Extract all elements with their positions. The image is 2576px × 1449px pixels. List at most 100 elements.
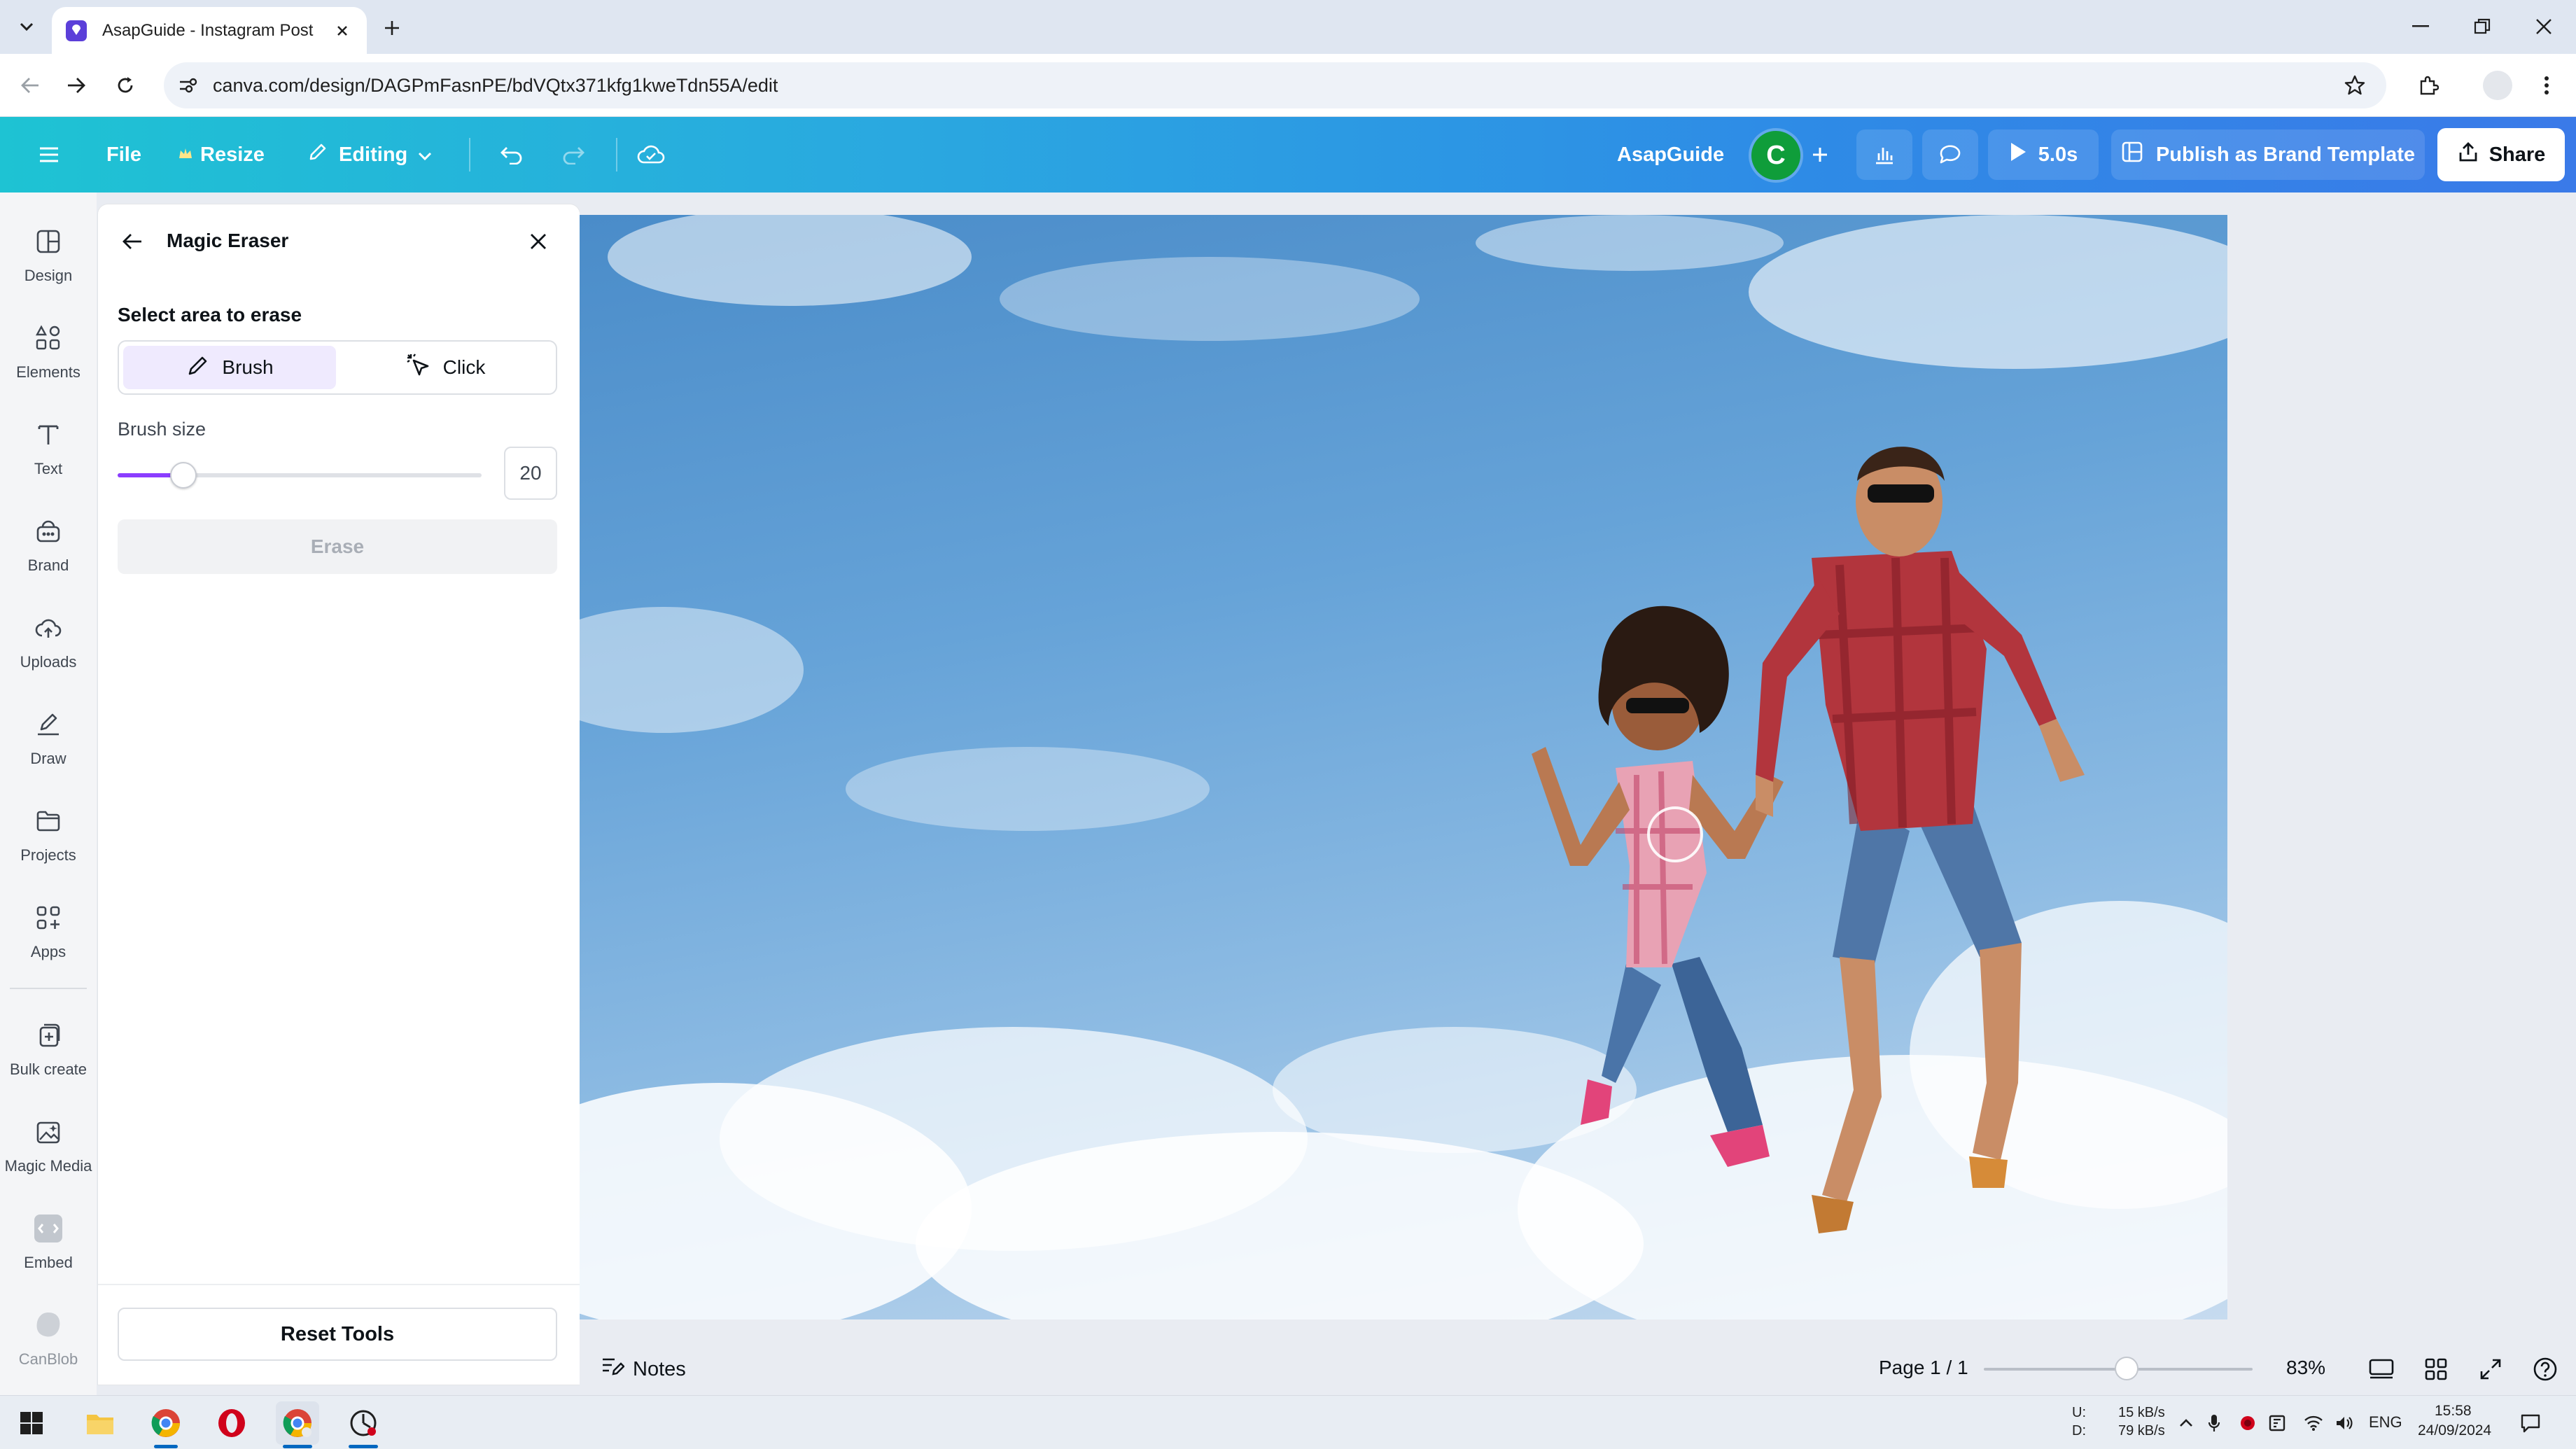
tab-title: AsapGuide - Instagram Post <box>102 20 314 40</box>
main-menu-icon[interactable] <box>31 132 67 177</box>
notification-center-icon[interactable] <box>2520 1413 2541 1434</box>
forward-arrow-icon[interactable] <box>60 69 92 102</box>
rail-item-design[interactable]: Design <box>0 214 97 298</box>
editing-mode-dropdown[interactable]: Editing <box>307 132 433 177</box>
slider-thumb[interactable] <box>170 462 197 489</box>
address-bar[interactable]: canva.com/design/DAGPmFasnPE/bdVQtx371kf… <box>164 62 2386 108</box>
rail-item-projects[interactable]: Projects <box>0 793 97 877</box>
browser-toolbar: canva.com/design/DAGPmFasnPE/bdVQtx371kf… <box>0 54 2576 117</box>
language-indicator[interactable]: ENG <box>2369 1414 2402 1431</box>
zoom-percentage[interactable]: 83% <box>2286 1357 2325 1379</box>
present-play-button[interactable]: 5.0s <box>1988 130 2099 180</box>
page-indicator[interactable]: Page 1 / 1 <box>1879 1357 1968 1379</box>
wifi-icon[interactable] <box>2303 1413 2324 1434</box>
extensions-puzzle-icon[interactable] <box>2412 69 2444 102</box>
design-name-label: AsapGuide <box>1617 143 1725 166</box>
brand-kit-icon <box>30 513 66 550</box>
avatar[interactable]: C <box>1751 131 1800 180</box>
rail-label: Apps <box>30 943 66 960</box>
click-mode-button[interactable]: Click <box>339 346 552 389</box>
rail-item-text[interactable]: Text <box>0 407 97 491</box>
rail-item-magic-media[interactable]: Magic Media <box>0 1104 97 1188</box>
site-info-icon[interactable] <box>176 74 200 97</box>
resize-label: Resize <box>200 143 265 166</box>
notes-label: Notes <box>633 1357 686 1380</box>
restore-icon[interactable] <box>2461 8 2503 45</box>
erase-button[interactable]: Erase <box>118 519 557 574</box>
rail-item-apps[interactable]: Apps <box>0 890 97 974</box>
rail-item-bulk-create[interactable]: Bulk create <box>0 1007 97 1091</box>
clock-date[interactable]: 24/09/2024 <box>2418 1422 2491 1439</box>
profile-avatar[interactable] <box>2483 71 2512 100</box>
magic-media-icon <box>30 1114 66 1150</box>
browser-menu-icon[interactable] <box>2533 69 2561 102</box>
screen-recorder-icon[interactable] <box>342 1401 385 1445</box>
rail-label: Text <box>34 460 63 477</box>
page-view-icon[interactable] <box>2365 1352 2398 1386</box>
rail-label: Design <box>24 267 73 284</box>
chrome-icon[interactable] <box>144 1401 188 1445</box>
bookmark-star-icon[interactable] <box>2343 74 2367 97</box>
window-close-icon[interactable] <box>2523 8 2565 45</box>
header-divider <box>616 138 617 172</box>
reset-tools-button[interactable]: Reset Tools <box>118 1308 557 1361</box>
publish-brand-template-button[interactable]: Publish as Brand Template <box>2111 130 2425 180</box>
zoom-slider-thumb[interactable] <box>2115 1357 2138 1380</box>
windows-start-icon[interactable] <box>10 1401 53 1445</box>
file-menu-button[interactable]: File <box>106 132 141 177</box>
crown-icon <box>178 144 193 167</box>
volume-icon[interactable] <box>2334 1413 2355 1434</box>
url-text: canva.com/design/DAGPmFasnPE/bdVQtx371kf… <box>213 74 778 96</box>
file-label: File <box>106 143 141 166</box>
back-arrow-icon[interactable] <box>14 69 46 102</box>
clock-time[interactable]: 15:58 <box>2435 1403 2472 1420</box>
browser-tab-active[interactable]: AsapGuide - Instagram Post <box>52 7 367 54</box>
hidden-icons-chevron-icon[interactable] <box>2176 1413 2197 1434</box>
notes-button[interactable]: Notes <box>601 1352 686 1386</box>
rail-item-draw[interactable]: Draw <box>0 696 97 780</box>
opera-icon[interactable] <box>210 1401 253 1445</box>
brush-icon <box>186 353 211 383</box>
canva-favicon-icon <box>66 20 87 41</box>
header-divider <box>469 138 470 172</box>
rail-item-elements[interactable]: Elements <box>0 310 97 394</box>
brush-size-slider[interactable] <box>118 461 482 490</box>
template-icon <box>2121 141 2143 169</box>
file-explorer-icon[interactable] <box>78 1401 122 1445</box>
add-collaborator-icon[interactable] <box>1805 132 1835 177</box>
design-photo-jumping-people[interactable] <box>580 215 2227 1320</box>
panel-title: Magic Eraser <box>167 230 289 251</box>
brush-mode-button[interactable]: Brush <box>123 346 336 389</box>
brush-mode-label: Brush <box>222 356 274 378</box>
design-name[interactable]: AsapGuide <box>1617 132 1724 177</box>
recording-tray-icon[interactable] <box>2237 1413 2258 1434</box>
tab-close-icon[interactable] <box>332 20 353 41</box>
rail-item-uploads[interactable]: Uploads <box>0 600 97 684</box>
rail-item-brand[interactable]: Brand <box>0 503 97 587</box>
cloud-sync-icon[interactable] <box>633 132 669 177</box>
rail-item-embed[interactable]: Embed <box>0 1200 97 1284</box>
fullscreen-icon[interactable] <box>2474 1352 2507 1386</box>
reload-icon[interactable] <box>109 69 141 102</box>
redo-icon[interactable] <box>556 132 591 177</box>
panel-close-icon[interactable] <box>522 225 554 258</box>
chrome-profile-icon[interactable] <box>276 1401 319 1445</box>
comment-icon[interactable] <box>1922 130 1978 180</box>
rail-item-canblob[interactable]: CanBlob <box>0 1297 97 1381</box>
net-up-speed: 15 kB/s <box>2118 1405 2165 1420</box>
resize-button[interactable]: Resize <box>178 132 265 177</box>
tab-list-chevron-icon[interactable] <box>13 11 41 42</box>
minimize-icon[interactable] <box>2400 8 2442 45</box>
rail-label: Elements <box>16 363 80 381</box>
app-tray-icon[interactable] <box>2267 1413 2288 1434</box>
panel-back-arrow-icon[interactable] <box>116 225 148 258</box>
undo-icon[interactable] <box>494 132 529 177</box>
grid-view-icon[interactable] <box>2419 1352 2453 1386</box>
microphone-icon[interactable] <box>2204 1413 2225 1434</box>
new-tab-icon[interactable] <box>378 14 406 42</box>
help-icon[interactable] <box>2528 1352 2562 1386</box>
brush-size-input[interactable]: 20 <box>504 447 557 500</box>
share-button[interactable]: Share <box>2437 128 2565 181</box>
insights-chart-icon[interactable] <box>1856 130 1912 180</box>
play-icon <box>2009 141 2027 168</box>
